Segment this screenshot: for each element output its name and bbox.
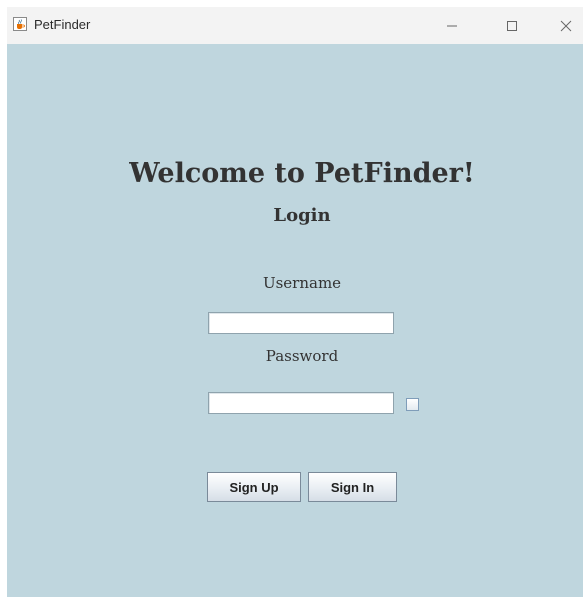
sign-up-button[interactable]: Sign Up bbox=[207, 472, 301, 502]
close-icon bbox=[560, 20, 572, 31]
login-subtitle: Login bbox=[273, 205, 331, 226]
sign-in-button[interactable]: Sign In bbox=[308, 472, 397, 502]
username-label: Username bbox=[262, 274, 342, 292]
password-input[interactable] bbox=[208, 392, 394, 414]
maximize-icon bbox=[507, 20, 517, 31]
password-label: Password bbox=[265, 347, 339, 365]
minimize-icon bbox=[447, 25, 457, 26]
maximize-button[interactable] bbox=[489, 7, 535, 44]
title-bar[interactable]: PetFinder bbox=[7, 7, 583, 44]
show-password-checkbox[interactable] bbox=[406, 398, 419, 411]
app-window: PetFinder Welcome to PetFinder! Login Us… bbox=[7, 7, 583, 597]
java-cup-icon bbox=[13, 17, 27, 31]
close-button[interactable] bbox=[543, 7, 583, 44]
minimize-button[interactable] bbox=[429, 7, 475, 44]
username-input[interactable] bbox=[208, 312, 394, 334]
window-title: PetFinder bbox=[34, 17, 91, 32]
page-title: Welcome to PetFinder! bbox=[129, 158, 475, 189]
login-panel: Welcome to PetFinder! Login Username Pas… bbox=[7, 44, 583, 597]
